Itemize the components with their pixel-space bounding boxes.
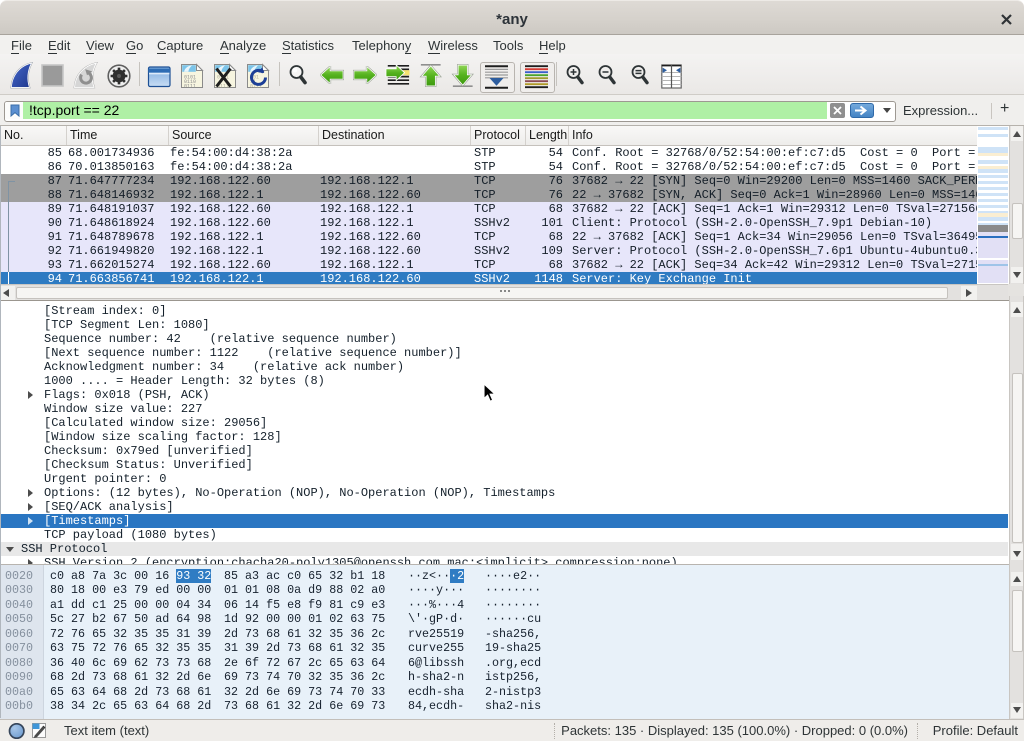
svg-text:0111: 0111 — [184, 84, 196, 90]
